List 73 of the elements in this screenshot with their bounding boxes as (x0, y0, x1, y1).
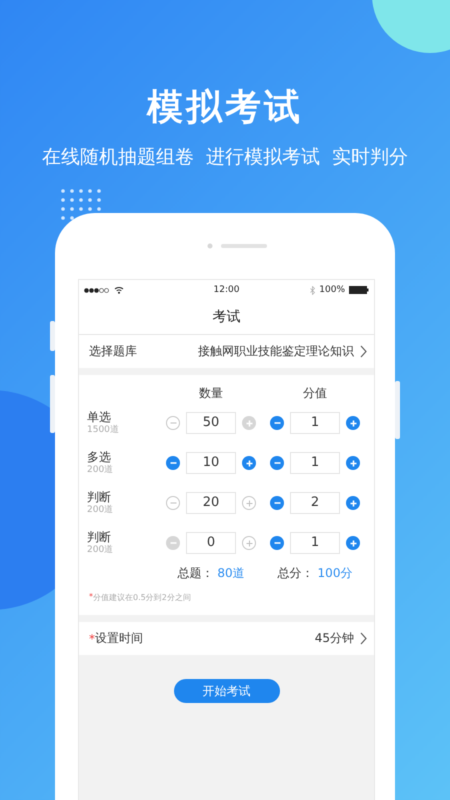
signal-icon (84, 288, 110, 292)
minus-button[interactable] (166, 456, 180, 470)
plus-icon (246, 420, 252, 426)
plus-icon (350, 460, 356, 466)
hint-text: 分值建议在0.5分到2分之间 (93, 592, 191, 603)
available-count: 1500道 (87, 425, 120, 436)
question-type: 单选 (87, 410, 112, 424)
question-bank-row[interactable]: 选择题库 接触网职业技能鉴定理论知识 (79, 335, 374, 368)
available-count: 200道 (87, 505, 114, 516)
plus-icon (350, 500, 356, 506)
status-time: 12:00 (214, 285, 240, 295)
column-header: 数量 (198, 385, 224, 402)
battery-percent: 100% (319, 285, 345, 295)
hero-subtitle: 在线随机抽题组卷 (42, 145, 194, 170)
nav-title: 考试 (79, 300, 374, 335)
plus-button[interactable] (242, 456, 256, 470)
total-value: 100分 (318, 565, 352, 582)
plus-icon (246, 540, 252, 546)
chevron-right-icon (360, 632, 367, 645)
number-input[interactable]: 10 (186, 452, 236, 474)
minus-icon (274, 462, 280, 464)
battery-icon (349, 286, 369, 294)
minus-icon (274, 542, 280, 544)
plus-button[interactable] (346, 416, 360, 430)
minus-icon (170, 422, 176, 424)
hero-subtitle: 实时判分 (332, 145, 408, 170)
question-type: 判断 (87, 530, 112, 544)
number-input[interactable]: 50 (186, 412, 236, 434)
total-label: 总分： (278, 565, 314, 582)
number-input[interactable]: 1 (290, 412, 340, 434)
number-input[interactable]: 0 (186, 532, 236, 554)
plus-icon (246, 500, 252, 506)
question-type: 判断 (87, 490, 112, 504)
chevron-right-icon (360, 345, 367, 358)
number-input[interactable]: 1 (290, 532, 340, 554)
minus-button[interactable] (270, 416, 284, 430)
required-mark: * (89, 632, 95, 646)
time-value: 45分钟 (314, 630, 354, 647)
column-header: 分值 (302, 385, 328, 402)
minus-icon (170, 542, 176, 544)
plus-button[interactable] (346, 456, 360, 470)
required-mark: * (89, 592, 93, 603)
plus-button[interactable] (346, 536, 360, 550)
hero-subtitle: 进行模拟考试 (206, 145, 320, 170)
minus-button[interactable] (270, 536, 284, 550)
minus-icon (170, 502, 176, 504)
bluetooth-icon (310, 286, 316, 294)
bank-value: 接触网职业技能鉴定理论知识 (198, 343, 354, 360)
minus-button[interactable] (270, 496, 284, 510)
wifi-icon (114, 286, 124, 294)
dot-grid-drawing (60, 188, 102, 221)
time-label: 设置时间 (95, 630, 143, 647)
number-input[interactable]: 20 (186, 492, 236, 514)
total-label: 总题： (177, 565, 214, 582)
plus-icon (246, 460, 252, 466)
available-count: 200道 (87, 465, 114, 476)
minus-icon (274, 422, 280, 424)
question-type: 多选 (87, 450, 112, 464)
hero-title: 模拟考试 (147, 86, 303, 130)
start-exam-button[interactable]: 开始考试 (174, 679, 280, 703)
bank-label: 选择题库 (89, 343, 137, 360)
number-input[interactable]: 1 (290, 452, 340, 474)
total-value: 80道 (217, 565, 245, 582)
plus-button[interactable] (346, 496, 360, 510)
minus-icon (274, 502, 280, 504)
time-setting-row[interactable]: *设置时间 45分钟 (79, 622, 374, 655)
minus-button[interactable] (270, 456, 284, 470)
speaker-icon (206, 243, 266, 249)
plus-icon (350, 420, 356, 426)
available-count: 200道 (87, 545, 114, 556)
plus-icon (350, 540, 356, 546)
minus-icon (170, 462, 176, 464)
number-input[interactable]: 2 (290, 492, 340, 514)
